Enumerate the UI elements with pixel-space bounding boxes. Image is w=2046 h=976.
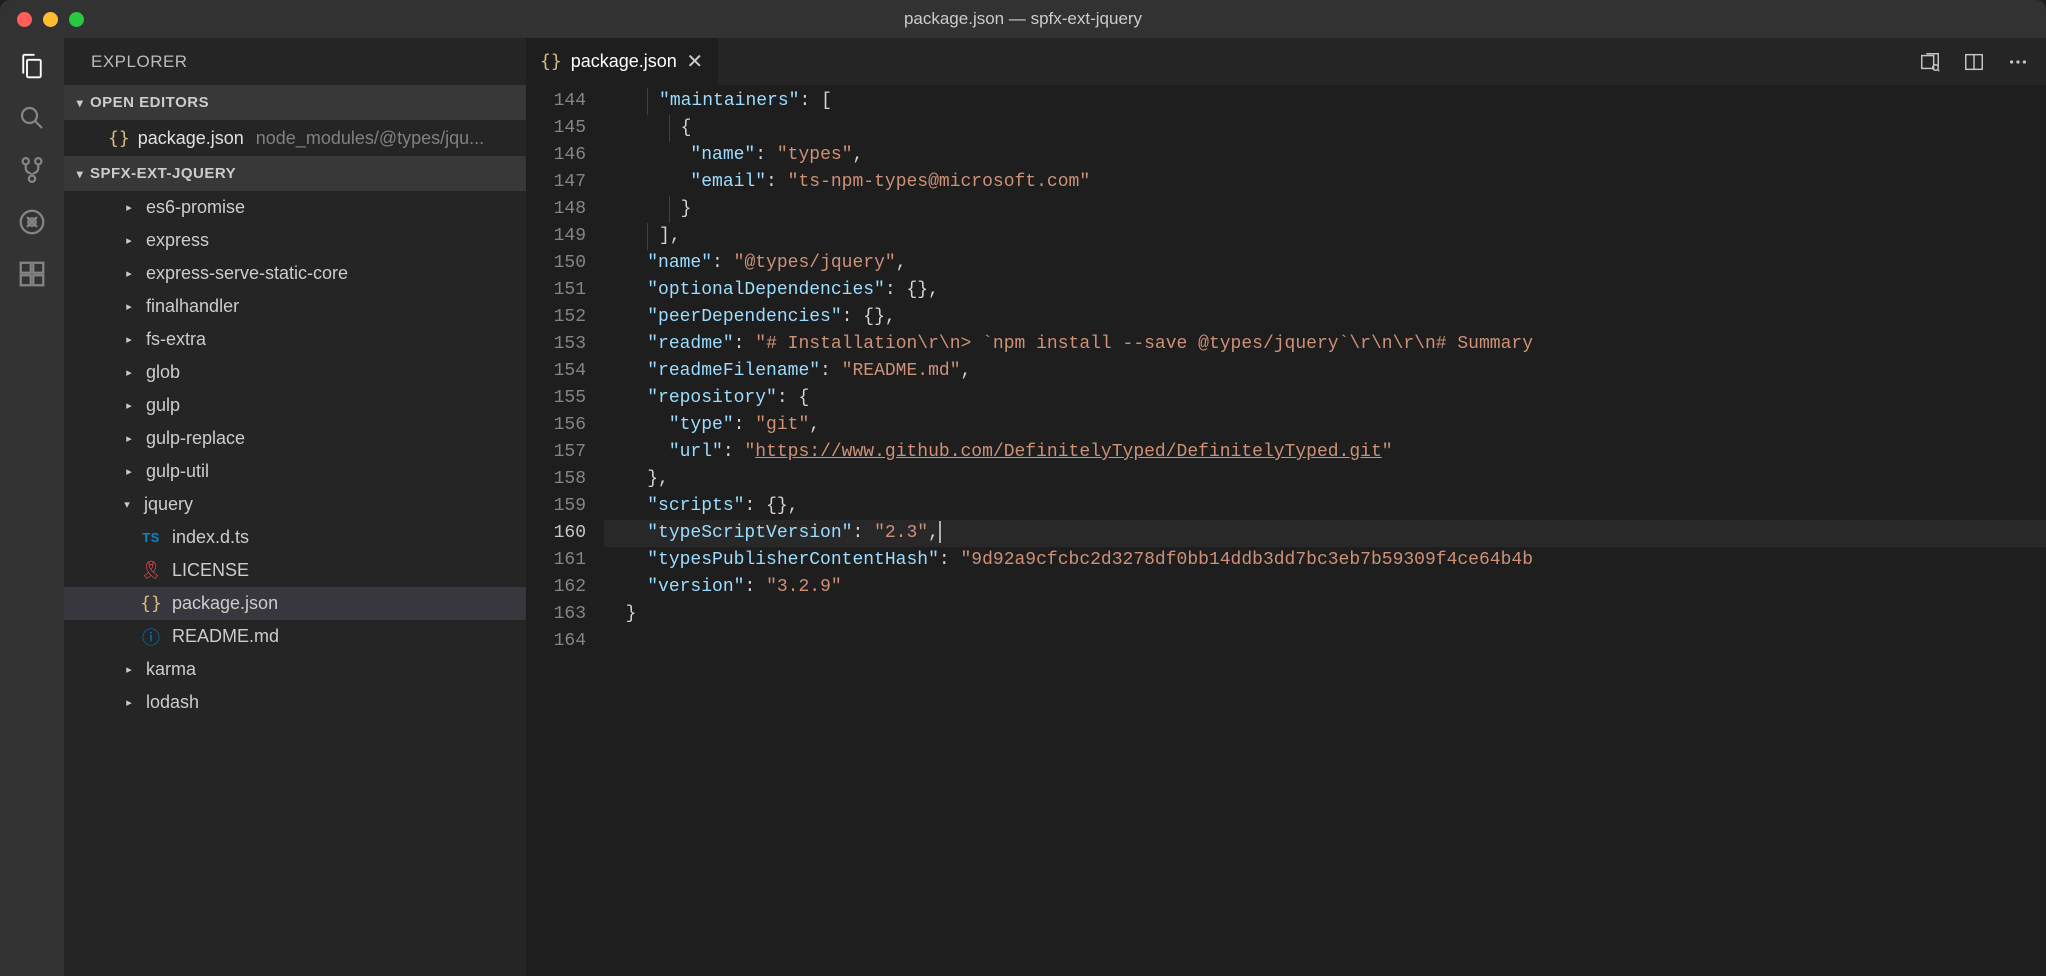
tree-item[interactable]: ▸ glob [64,356,526,389]
debug-activity-icon[interactable] [16,206,48,238]
tree-item[interactable]: ▸ finalhandler [64,290,526,323]
tree-item-label: glob [146,362,180,383]
tree-item[interactable]: ▸ express-serve-static-core [64,257,526,290]
project-label: SPFX-EXT-JQUERY [90,165,236,182]
chevron-right-icon: ▸ [122,366,136,379]
chevron-right-icon: ▸ [122,465,136,478]
tree-item-label: lodash [146,692,199,713]
tree-item[interactable]: ▸ lodash [64,686,526,719]
editor-actions [1918,38,2046,85]
tree-item[interactable]: {} package.json [64,587,526,620]
json-file-icon: {} [140,593,162,614]
tree-item-label: gulp-replace [146,428,245,449]
minimize-window-button[interactable] [43,12,58,27]
chevron-down-icon: ▾ [70,96,90,110]
tree-item[interactable]: TS index.d.ts [64,521,526,554]
compare-changes-icon[interactable] [1918,50,1942,74]
more-actions-icon[interactable] [2006,50,2030,74]
chevron-right-icon: ▸ [122,333,136,346]
tree-item-label: express [146,230,209,251]
activity-bar [0,38,64,976]
project-section-header[interactable]: ▾ SPFX-EXT-JQUERY [64,156,526,191]
chevron-right-icon: ▸ [122,234,136,247]
open-editor-item[interactable]: {} package.json node_modules/@types/jqu.… [64,120,526,156]
chevron-right-icon: ▸ [122,663,136,676]
tree-item[interactable]: ▾ jquery [64,488,526,521]
tree-item-label: jquery [144,494,193,515]
titlebar: package.json — spfx-ext-jquery [0,0,2046,38]
maximize-window-button[interactable] [69,12,84,27]
source-control-activity-icon[interactable] [16,154,48,186]
tree-item-label: es6-promise [146,197,245,218]
tree-item[interactable]: ▸ gulp-replace [64,422,526,455]
tree-item-label: README.md [172,626,279,647]
tab-bar: {} package.json ✕ [526,38,2046,85]
close-tab-icon[interactable]: ✕ [686,49,704,74]
chevron-right-icon: ▸ [122,432,136,445]
chevron-right-icon: ▸ [122,201,136,214]
license-file-icon: 🎗 [140,560,162,581]
open-editor-path: node_modules/@types/jqu... [256,128,484,149]
split-editor-icon[interactable] [1962,50,1986,74]
typescript-file-icon: TS [140,530,162,545]
window-controls [0,12,84,27]
chevron-right-icon: ▸ [122,267,136,280]
chevron-right-icon: ▸ [122,696,136,709]
tree-item[interactable]: ▸ es6-promise [64,191,526,224]
file-tree: ▸ es6-promise ▸ express ▸ express-serve-stati… [64,191,526,719]
tree-item-label: LICENSE [172,560,249,581]
tree-item-label: package.json [172,593,278,614]
info-file-icon: ⓘ [140,624,162,650]
chevron-right-icon: ▸ [122,399,136,412]
tab-filename: package.json [571,51,677,72]
editor-area: {} package.json ✕ 1441451461471481491501… [526,38,2046,976]
tree-item-label: karma [146,659,196,680]
tree-item-label: express-serve-static-core [146,263,348,284]
close-window-button[interactable] [17,12,32,27]
tree-item-label: fs-extra [146,329,206,350]
explorer-sidebar: EXPLORER ▾ OPEN EDITORS {} package.json … [64,38,526,976]
chevron-down-icon: ▾ [120,498,134,511]
explorer-activity-icon[interactable] [16,50,48,82]
tree-item-label: finalhandler [146,296,239,317]
tree-item-label: index.d.ts [172,527,249,548]
json-file-icon: {} [108,128,130,149]
tree-item[interactable]: ⓘ README.md [64,620,526,653]
line-number-gutter: 1441451461471481491501511521531541551561… [526,88,604,976]
tree-item[interactable]: ▸ gulp [64,389,526,422]
extensions-activity-icon[interactable] [16,258,48,290]
code-content[interactable]: "maintainers": [ { "name": "types", "ema… [604,88,2046,976]
tree-item[interactable]: ▸ fs-extra [64,323,526,356]
tree-item-label: gulp [146,395,180,416]
editor-body[interactable]: 1441451461471481491501511521531541551561… [526,85,2046,976]
tree-item[interactable]: ▸ karma [64,653,526,686]
tree-item[interactable]: ▸ express [64,224,526,257]
chevron-right-icon: ▸ [122,300,136,313]
json-file-icon: {} [540,51,562,72]
editor-tab[interactable]: {} package.json ✕ [526,38,718,85]
window-title: package.json — spfx-ext-jquery [904,9,1142,29]
tree-item[interactable]: ▸ gulp-util [64,455,526,488]
chevron-down-icon: ▾ [70,167,90,181]
sidebar-title: EXPLORER [64,38,526,85]
open-editors-label: OPEN EDITORS [90,94,209,111]
open-editors-section-header[interactable]: ▾ OPEN EDITORS [64,85,526,120]
open-editor-filename: package.json [138,128,244,149]
tree-item-label: gulp-util [146,461,209,482]
search-activity-icon[interactable] [16,102,48,134]
tree-item[interactable]: 🎗 LICENSE [64,554,526,587]
